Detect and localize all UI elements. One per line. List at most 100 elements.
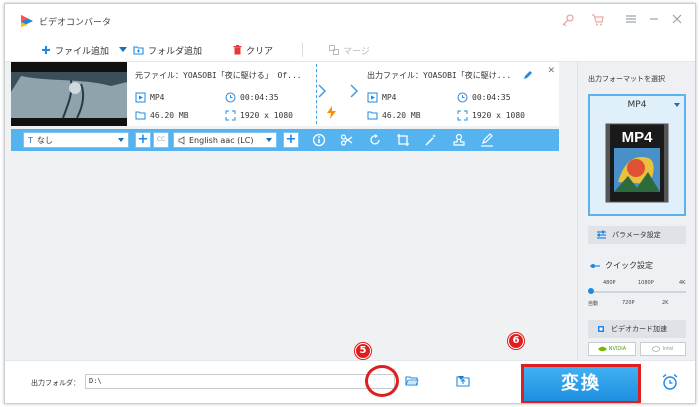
gpu-acceleration-label: ビデオカード加速	[611, 325, 667, 333]
audio-select[interactable]: English aac (LC)	[173, 132, 277, 148]
merge-button[interactable]: マージ	[329, 43, 370, 57]
arrow-right-icon	[318, 84, 327, 98]
quick-tick-4k: 4K	[679, 280, 686, 286]
step-6-marker: 6	[508, 333, 524, 349]
quick-settings-label: クイック設定	[590, 260, 653, 271]
trash-icon	[233, 45, 242, 55]
resolution-icon	[225, 110, 236, 121]
subtitle-value: なし	[36, 135, 53, 145]
crop-icon[interactable]	[396, 133, 410, 147]
arrow-right-icon-2	[350, 84, 359, 98]
output-duration: 00:04:35	[457, 92, 511, 103]
output-duration-text: 00:04:35	[472, 93, 511, 102]
add-audio-button[interactable]: +	[283, 132, 299, 148]
quick-settings-slider[interactable]	[590, 291, 686, 293]
edit-pencil-icon[interactable]	[523, 70, 533, 80]
add-folder-label: フォルダ追加	[148, 46, 203, 57]
output-size-text: 46.20 MB	[382, 110, 421, 120]
clock-icon	[225, 92, 236, 103]
audio-value: English aac (LC)	[189, 135, 254, 145]
output-format-title: 出力フォーマットを選択	[588, 75, 665, 83]
chip-icon	[598, 326, 604, 332]
slider-dot-icon	[590, 263, 600, 268]
file-item[interactable]: 元ファイル：YOASOBI「夜に駆ける」 Of... MP4 00:04:35 …	[11, 62, 559, 126]
cc-icon[interactable]: CC	[153, 132, 169, 148]
app-title: ビデオコンバータ	[39, 18, 112, 28]
file-list-area: 元ファイル：YOASOBI「夜に駆ける」 Of... MP4 00:04:35 …	[5, 62, 577, 360]
edit-bar: T なし + CC English aac (LC) +	[11, 129, 559, 151]
video-thumbnail[interactable]	[11, 62, 127, 126]
output-folder-value: D:\	[89, 377, 102, 385]
app-window: ビデオコンバータ ファイル追加 フォルダ追加 クリア マージ 元ファイル：YOA…	[4, 3, 696, 404]
lightning-icon[interactable]	[327, 106, 336, 119]
rotate-icon[interactable]	[368, 133, 382, 147]
add-folder-button[interactable]: フォルダ追加	[133, 43, 202, 57]
source-duration-text: 00:04:35	[240, 93, 279, 102]
output-resolution: 1920 x 1080	[457, 110, 525, 121]
convert-label: 変換	[561, 373, 601, 394]
sliders-icon	[597, 230, 606, 239]
output-folder-field[interactable]: D:\	[85, 374, 464, 389]
step-5-highlight-circle	[365, 365, 399, 397]
minimize-icon[interactable]	[646, 13, 662, 29]
nvidia-badge[interactable]: NVIDIA	[588, 342, 636, 356]
source-file-title: 元ファイル：YOASOBI「夜に駆ける」 Of...	[135, 71, 302, 80]
scissors-icon[interactable]	[340, 133, 354, 147]
quick-tick-1080p: 1080P	[638, 280, 654, 286]
source-size-text: 46.20 MB	[150, 110, 189, 120]
open-folder-icon[interactable]	[405, 375, 419, 387]
remove-file-icon[interactable]: ✕	[547, 66, 555, 76]
nvidia-eye-icon	[597, 346, 607, 352]
folder-icon	[367, 111, 378, 120]
info-icon[interactable]	[312, 133, 326, 147]
convert-button[interactable]: 変換	[521, 364, 641, 403]
quick-tick-480p: 480P	[603, 280, 616, 286]
output-size: 46.20 MB	[367, 110, 421, 120]
parameter-settings-button[interactable]: パラメータ設定	[588, 226, 686, 244]
cart-icon[interactable]	[590, 13, 606, 29]
output-format-text: MP4	[382, 93, 397, 102]
output-format: MP4	[367, 92, 396, 103]
quick-tick-2k: 2K	[662, 300, 669, 306]
source-format-text: MP4	[150, 93, 165, 102]
source-size: 46.20 MB	[135, 110, 189, 120]
title-bar: ビデオコンバータ	[5, 4, 695, 38]
nvidia-label: NVIDIA	[608, 346, 627, 352]
format-selector[interactable]: MP4 MP4	[588, 94, 686, 216]
gpu-acceleration-button[interactable]: ビデオカード加速	[588, 320, 686, 338]
chevron-down-icon	[266, 138, 272, 142]
chevron-down-icon	[674, 103, 680, 107]
output-format-panel: 出力フォーマットを選択 MP4 MP4 パラメータ設定 クイック設定 480P …	[577, 62, 695, 360]
watermark-stamp-icon[interactable]	[452, 133, 466, 147]
source-format: MP4	[135, 92, 164, 103]
app-logo-icon	[21, 15, 33, 27]
quick-settings-text: クイック設定	[605, 261, 653, 270]
text-t-icon: T	[28, 135, 33, 145]
alarm-clock-icon[interactable]	[661, 373, 679, 391]
step-5-marker: 5	[355, 343, 371, 359]
menu-icon[interactable]	[623, 13, 639, 29]
source-resolution: 1920 x 1080	[225, 110, 293, 121]
mp4-format-icon: MP4	[605, 123, 669, 203]
quick-slider-handle[interactable]	[588, 288, 594, 294]
video-file-icon	[367, 92, 378, 103]
add-file-dropdown[interactable]	[119, 43, 127, 57]
output-file-title: 出力ファイル：YOASOBI「夜に駆け...	[367, 71, 512, 80]
clear-button[interactable]: クリア	[233, 43, 273, 57]
video-file-icon	[135, 92, 146, 103]
bottom-bar: 出力フォルダ： D:\ 変換	[5, 360, 695, 403]
toolbar-divider	[302, 43, 303, 57]
pen-sign-icon[interactable]	[480, 133, 494, 147]
intel-label: Intel	[662, 346, 674, 352]
source-duration: 00:04:35	[225, 92, 279, 103]
folder-icon	[135, 111, 146, 120]
intel-badge[interactable]: Intel	[640, 342, 686, 356]
close-icon[interactable]	[669, 13, 685, 29]
magic-wand-icon[interactable]	[424, 133, 438, 147]
add-subtitle-button[interactable]: +	[135, 132, 151, 148]
parameter-settings-label: パラメータ設定	[612, 231, 661, 239]
add-file-button[interactable]: ファイル追加	[41, 43, 109, 57]
subtitle-select[interactable]: T なし	[23, 132, 129, 148]
folder-export-icon[interactable]	[456, 375, 470, 387]
key-icon[interactable]	[560, 13, 576, 29]
